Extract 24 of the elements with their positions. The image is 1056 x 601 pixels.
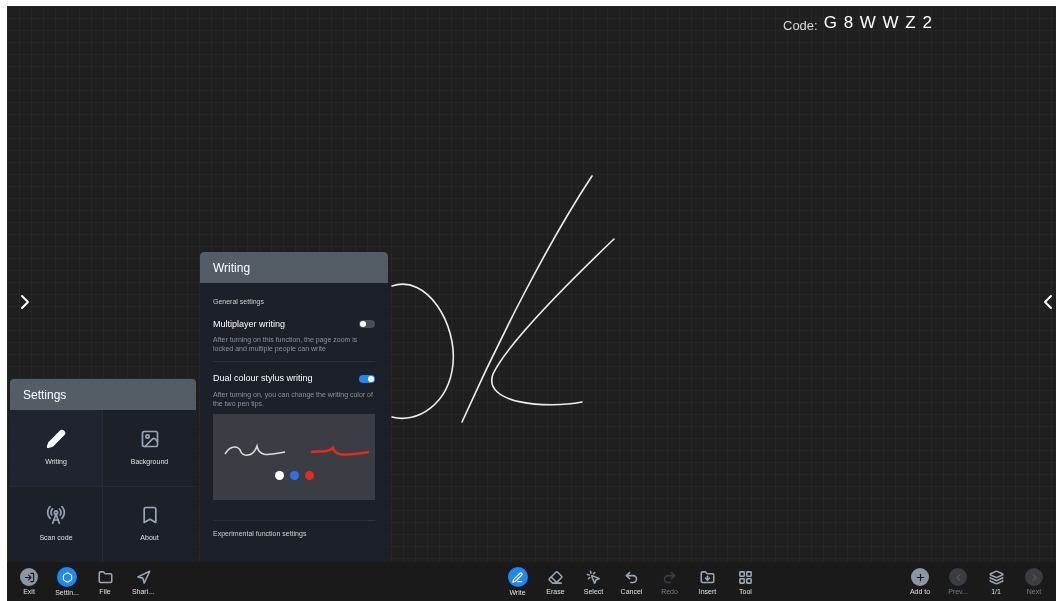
folder-download-icon xyxy=(698,568,717,586)
settings-title: Settings xyxy=(10,379,196,410)
plus-icon xyxy=(911,568,929,586)
antenna-icon xyxy=(46,505,66,525)
pen-icon xyxy=(46,428,66,449)
option-label: Dual colour stylus writing xyxy=(213,372,313,385)
code-value: G 8 W W Z 2 xyxy=(823,12,933,34)
chevron-right-icon xyxy=(1025,568,1043,586)
code-label: Code: xyxy=(783,17,818,35)
send-icon xyxy=(134,568,152,586)
select-icon xyxy=(584,568,603,586)
eraser-icon xyxy=(546,568,565,586)
pen-icon xyxy=(507,567,528,587)
layers-icon xyxy=(987,568,1005,586)
image-icon xyxy=(139,428,160,449)
chevron-left-icon xyxy=(949,568,967,586)
grid-icon xyxy=(736,568,755,586)
folder-icon xyxy=(96,568,114,586)
writing-title: Writing xyxy=(200,252,388,283)
exit-icon xyxy=(20,568,38,586)
settings-icon xyxy=(57,567,77,587)
option-label: Multiplayer writing xyxy=(213,317,286,331)
toggle-switch[interactable] xyxy=(359,320,375,329)
toggle-switch[interactable] xyxy=(359,374,375,383)
